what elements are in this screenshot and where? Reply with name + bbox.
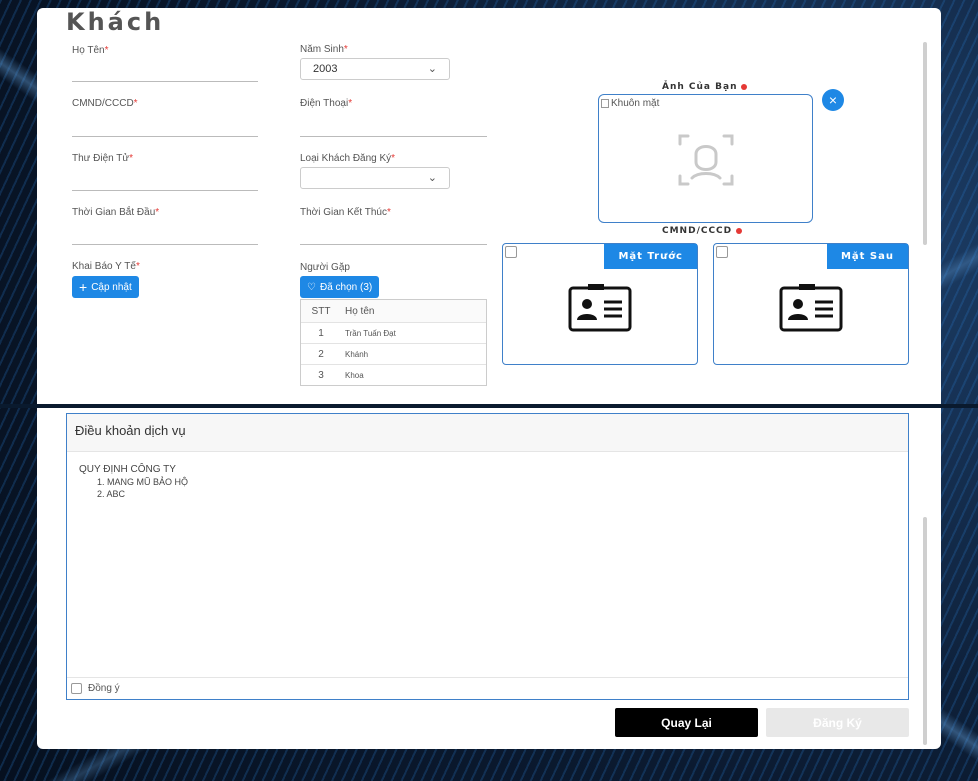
loai-khach-label: Loại Khách Đăng Ký* bbox=[300, 153, 396, 164]
terms-item: 1. MANG MŨ BẢO HỘ bbox=[97, 477, 189, 487]
id-card-label: CMND/CCCD bbox=[662, 226, 743, 236]
da-chon-button[interactable]: ♡ Đã chọn (3) bbox=[300, 276, 380, 298]
back-tag: Mặt Sau bbox=[826, 244, 908, 269]
end-time-input[interactable] bbox=[300, 221, 487, 245]
front-tag: Mặt Trước bbox=[604, 244, 697, 269]
cmnd-label: CMND/CCCD* bbox=[72, 98, 138, 109]
loai-khach-select[interactable]: ⌄ bbox=[300, 167, 450, 189]
face-photo-box[interactable]: Khuôn mặt bbox=[598, 94, 813, 223]
nam-sinh-select[interactable]: 2003 ⌄ bbox=[300, 58, 450, 80]
dien-thoai-label: Điện Thoại* bbox=[300, 98, 353, 109]
cmnd-input[interactable] bbox=[72, 113, 258, 137]
terms-panel: Điều khoản dịch vụ QUY ĐỊNH CÔNG TY 1. M… bbox=[66, 413, 909, 700]
people-table: STT Họ tên 1 Trần Tuấn Đạt 2 Khánh 3 Kho… bbox=[300, 299, 487, 386]
page-title: Khách bbox=[66, 8, 165, 36]
bat-dau-label: Thời Gian Bắt Đầu* bbox=[72, 207, 160, 218]
terms-content[interactable]: QUY ĐỊNH CÔNG TY 1. MANG MŨ BẢO HỘ 2. AB… bbox=[67, 452, 908, 512]
bottom-scrollbar[interactable] bbox=[923, 517, 927, 745]
required-dot bbox=[741, 83, 748, 90]
khai-bao-label: Khai Báo Y Tế* bbox=[72, 261, 140, 272]
id-card-icon bbox=[568, 284, 632, 332]
ho-ten-input[interactable] bbox=[72, 58, 258, 82]
agree-checkbox[interactable] bbox=[71, 683, 82, 694]
cap-nhat-button[interactable]: + Cập nhật bbox=[72, 276, 139, 298]
id-card-icon bbox=[779, 284, 843, 332]
ho-ten-label: Họ Tên* bbox=[72, 45, 109, 56]
plus-icon: + bbox=[79, 279, 88, 295]
top-scrollbar[interactable] bbox=[923, 42, 927, 245]
agree-row[interactable]: Đồng ý bbox=[67, 677, 908, 699]
chevron-down-icon: ⌄ bbox=[427, 63, 437, 75]
broken-image-icon bbox=[601, 99, 609, 108]
close-icon[interactable]: × bbox=[822, 89, 844, 111]
id-back-box[interactable]: Mặt Sau bbox=[713, 243, 909, 365]
agree-label: Đồng ý bbox=[88, 683, 120, 694]
front-checkbox[interactable] bbox=[505, 246, 517, 258]
broken-image: Khuôn mặt bbox=[601, 98, 659, 109]
terms-item: 2. ABC bbox=[97, 489, 126, 499]
ket-thuc-label: Thời Gian Kết Thúc* bbox=[300, 207, 391, 218]
table-row: 2 Khánh bbox=[301, 344, 486, 365]
email-input[interactable] bbox=[72, 167, 258, 191]
face-scan-icon bbox=[678, 134, 734, 186]
table-row: 1 Trần Tuấn Đạt bbox=[301, 323, 486, 344]
nguoi-gap-label: Người Gặp bbox=[300, 262, 350, 273]
nam-sinh-label: Năm Sinh* bbox=[300, 44, 348, 55]
thu-dien-tu-label: Thư Điện Tử* bbox=[72, 153, 134, 164]
back-checkbox[interactable] bbox=[716, 246, 728, 258]
header-ho-ten: Họ tên bbox=[345, 305, 375, 317]
users-icon: ♡ bbox=[307, 281, 316, 293]
table-header-row: STT Họ tên bbox=[301, 300, 486, 323]
photo-label: Ảnh Của Bạn bbox=[662, 82, 748, 92]
table-row: 3 Khoa bbox=[318, 370, 364, 381]
back-button[interactable]: Quay Lại bbox=[615, 708, 758, 737]
header-stt: STT bbox=[311, 305, 331, 317]
section-divider bbox=[0, 404, 978, 408]
id-front-box[interactable]: Mặt Trước bbox=[502, 243, 698, 365]
terms-title: Điều khoản dịch vụ bbox=[67, 414, 908, 452]
register-button[interactable]: Đăng Ký bbox=[766, 708, 909, 737]
phone-input[interactable] bbox=[300, 113, 487, 137]
chevron-down-icon: ⌄ bbox=[427, 172, 437, 184]
start-time-input[interactable] bbox=[72, 221, 258, 245]
terms-heading: QUY ĐỊNH CÔNG TY bbox=[79, 464, 176, 475]
required-dot bbox=[736, 227, 743, 234]
